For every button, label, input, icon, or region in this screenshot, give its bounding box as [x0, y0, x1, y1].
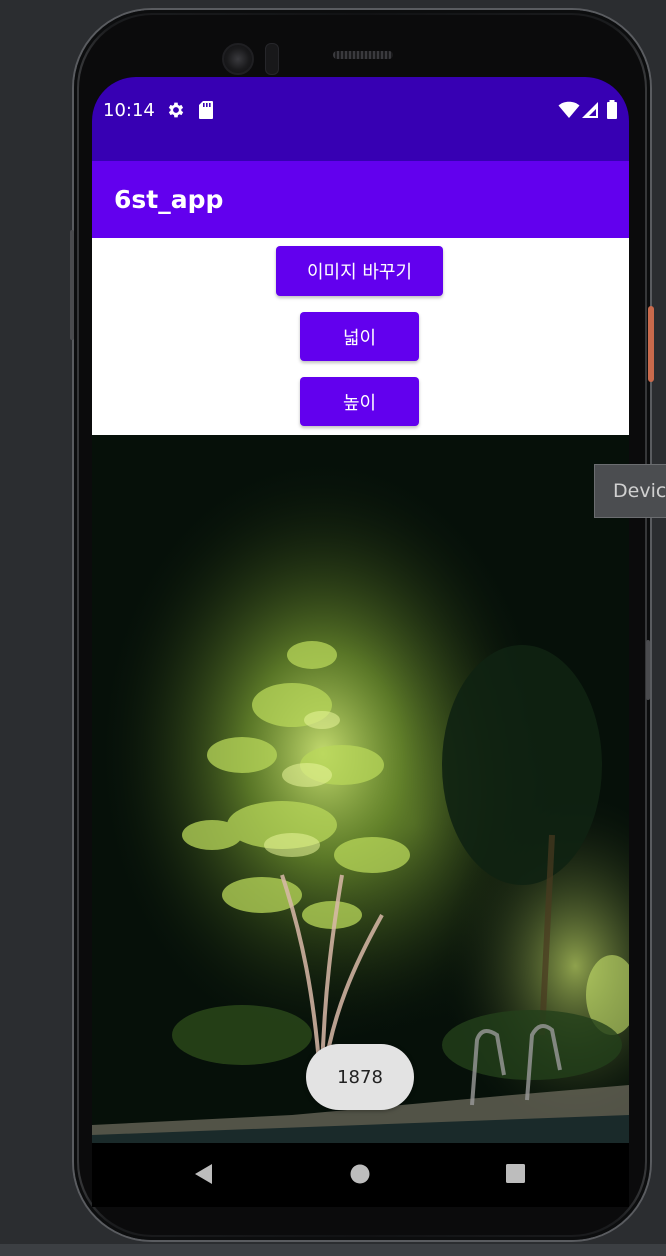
height-button[interactable]: 높이 — [300, 377, 419, 426]
device-screen: 10:14 6st_app 이미지 바꾸기 넓이 높이 1878 — [92, 77, 629, 1207]
toast-message: 1878 — [306, 1044, 414, 1110]
app-title: 6st_app — [114, 185, 224, 214]
recents-icon[interactable] — [506, 1164, 525, 1187]
status-bar: 10:14 — [92, 77, 629, 161]
volume-rail — [70, 230, 74, 340]
navigation-bar — [92, 1143, 629, 1207]
battery-icon — [606, 100, 618, 124]
proximity-sensor — [265, 43, 279, 75]
ide-bottom-strip — [0, 1244, 666, 1256]
app-bar: 6st_app — [92, 161, 629, 238]
garden-night-photo — [92, 435, 629, 1143]
power-button[interactable] — [648, 306, 654, 382]
front-camera-icon — [222, 43, 254, 75]
gear-icon — [166, 100, 186, 124]
earpiece-speaker — [333, 51, 393, 59]
change-image-button[interactable]: 이미지 바꾸기 — [276, 246, 443, 296]
cell-signal-icon — [581, 100, 599, 124]
status-time: 10:14 — [103, 100, 155, 121]
sd-card-icon — [198, 100, 214, 124]
side-rail — [646, 640, 650, 700]
device-manager-tab[interactable]: Device — [594, 464, 666, 518]
width-button[interactable]: 넓이 — [300, 312, 419, 361]
back-icon[interactable] — [194, 1163, 214, 1189]
button-panel: 이미지 바꾸기 넓이 높이 — [92, 238, 629, 435]
home-icon[interactable] — [350, 1164, 370, 1188]
wifi-icon — [558, 100, 580, 124]
